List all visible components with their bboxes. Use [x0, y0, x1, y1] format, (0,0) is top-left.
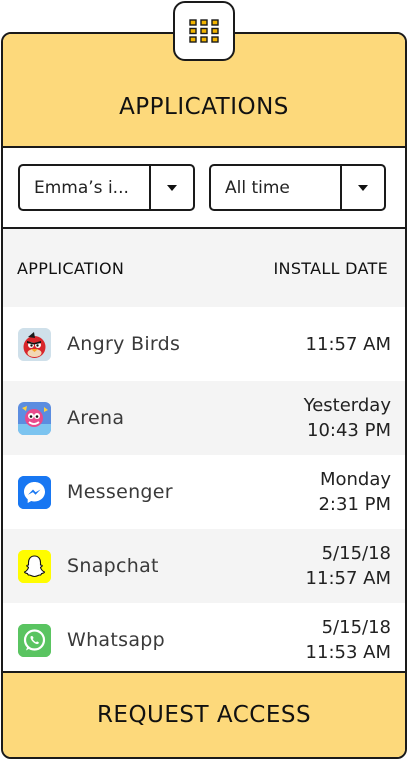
install-date: Yesterday 10:43 PM: [304, 393, 391, 443]
app-name: Whatsapp: [67, 629, 165, 651]
install-date-line1: 5/15/18: [321, 617, 391, 638]
table-row[interactable]: Whatsapp 5/15/18 11:53 AM: [3, 603, 405, 677]
app-grid-button[interactable]: [173, 1, 235, 61]
install-date-line1: 5/15/18: [321, 543, 391, 564]
messenger-icon: [18, 475, 51, 509]
install-date-line2: 2:31 PM: [318, 494, 391, 515]
install-date-line2: 10:43 PM: [307, 420, 391, 441]
period-select-toggle[interactable]: [340, 166, 384, 209]
install-date: 11:57 AM: [306, 332, 391, 357]
install-date-line2: 11:57 AM: [305, 333, 391, 355]
app-name: Angry Birds: [67, 333, 181, 355]
app-name: Arena: [67, 407, 125, 429]
arena-icon: [18, 401, 51, 435]
period-select-value: All time: [225, 177, 290, 198]
table-row[interactable]: Messenger Monday 2:31 PM: [3, 455, 405, 529]
device-select[interactable]: Emma’s i...: [18, 164, 195, 211]
column-install-date: INSTALL DATE: [273, 258, 388, 278]
table-row[interactable]: Angry Birds 11:57 AM: [3, 307, 405, 381]
applications-card: APPLICATIONS Emma’s i... All time APPLIC…: [1, 32, 407, 759]
device-select-toggle[interactable]: [149, 166, 193, 209]
install-date: 5/15/18 11:57 AM: [306, 541, 391, 591]
device-select-value: Emma’s i...: [34, 177, 129, 198]
snapchat-icon: [18, 549, 51, 583]
whatsapp-icon: [18, 623, 51, 657]
request-access-label: REQUEST ACCESS: [96, 702, 312, 728]
table-header: APPLICATION INSTALL DATE: [3, 229, 405, 307]
install-date-line1: Yesterday: [303, 395, 391, 416]
chevron-down-icon: [358, 184, 368, 191]
app-name: Snapchat: [67, 555, 159, 577]
period-select[interactable]: All time: [209, 164, 386, 211]
request-access-button[interactable]: REQUEST ACCESS: [3, 671, 405, 757]
table-row[interactable]: Arena Yesterday 10:43 PM: [3, 381, 405, 455]
column-application: APPLICATION: [17, 258, 125, 278]
table-row[interactable]: Snapchat 5/15/18 11:57 AM: [3, 529, 405, 603]
install-date-line2: 11:53 AM: [305, 642, 391, 663]
filter-bar: Emma’s i... All time: [3, 148, 405, 229]
install-date-line2: 11:57 AM: [305, 568, 391, 589]
install-date: Monday 2:31 PM: [318, 467, 391, 517]
page-title: APPLICATIONS: [119, 94, 289, 120]
install-date: 5/15/18 11:53 AM: [306, 615, 391, 665]
install-date-line1: Monday: [319, 469, 391, 490]
grid-icon: [189, 19, 219, 43]
angry-birds-icon: [18, 327, 51, 361]
chevron-down-icon: [167, 184, 177, 191]
app-name: Messenger: [67, 481, 173, 503]
